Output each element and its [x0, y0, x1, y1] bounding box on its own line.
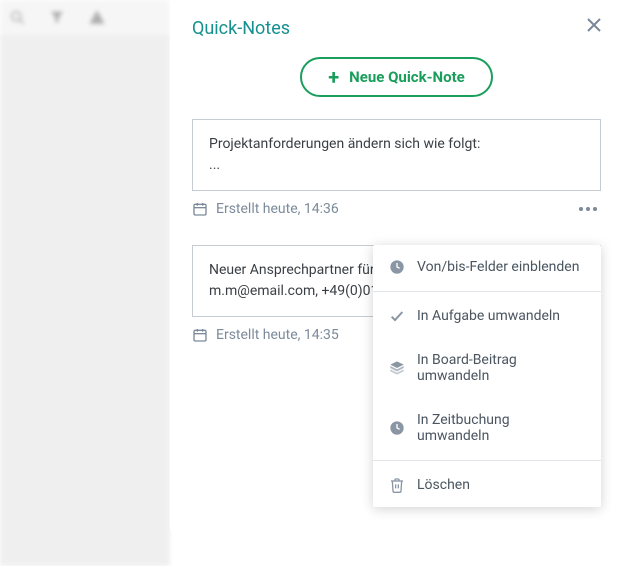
note-created-label: Erstellt heute, 14:35 [216, 327, 339, 343]
check-icon [389, 308, 405, 324]
close-icon[interactable] [587, 18, 601, 36]
menu-item-delete[interactable]: Löschen [373, 463, 601, 507]
new-quick-note-button[interactable]: + Neue Quick-Note [300, 57, 493, 97]
note-menu-icon[interactable] [575, 203, 601, 215]
plus-icon: + [328, 67, 339, 87]
calendar-icon [192, 201, 208, 217]
layers-icon [389, 360, 405, 376]
calendar-icon [192, 327, 208, 343]
context-menu: Von/bis-Felder einblenden In Aufgabe umw… [373, 245, 601, 507]
note-created-label: Erstellt heute, 14:36 [216, 201, 339, 217]
menu-item-label: Von/bis-Felder einblenden [417, 259, 579, 275]
menu-item-label: In Zeitbuchung umwandeln [417, 412, 585, 444]
clock-icon [389, 259, 405, 275]
new-button-label: Neue Quick-Note [349, 68, 465, 86]
blurred-background [0, 0, 170, 531]
menu-item-label: In Aufgabe umwandeln [417, 308, 560, 324]
menu-item-to-board[interactable]: In Board-Beitrag umwandeln [373, 338, 601, 398]
menu-item-label: Löschen [417, 477, 470, 493]
note-card[interactable]: Projektanforderungen ändern sich wie fol… [192, 119, 601, 191]
trash-icon [389, 477, 405, 493]
menu-item-label: In Board-Beitrag umwandeln [417, 352, 585, 384]
quick-notes-panel: Quick-Notes + Neue Quick-Note Projektanf… [170, 0, 619, 531]
menu-item-to-timebooking[interactable]: In Zeitbuchung umwandeln [373, 398, 601, 458]
clock-icon [389, 420, 405, 436]
note-text-line: ... [209, 155, 584, 176]
note-text-line: Projektanforderungen ändern sich wie fol… [209, 134, 584, 155]
menu-item-to-task[interactable]: In Aufgabe umwandeln [373, 294, 601, 338]
panel-title: Quick-Notes [192, 18, 290, 39]
menu-item-show-fields[interactable]: Von/bis-Felder einblenden [373, 245, 601, 289]
